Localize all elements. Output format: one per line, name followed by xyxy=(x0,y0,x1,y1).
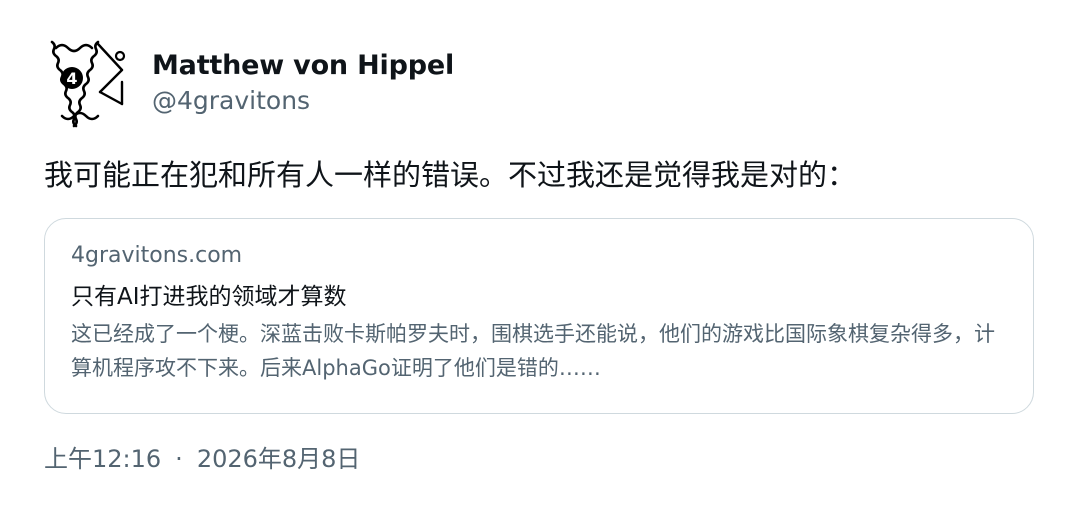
display-name[interactable]: Matthew von Hippel xyxy=(152,49,454,83)
avatar[interactable]: 4 xyxy=(44,38,134,128)
author-names: Matthew von Hippel @4gravitons xyxy=(152,49,454,117)
link-description: 这已经成了一个梗。深蓝击败卡斯帕罗夫时，围棋选手还能说，他们的游戏比国际象棋复杂… xyxy=(71,322,995,380)
link-title: 只有AI打进我的领域才算数 xyxy=(71,284,347,310)
tweet-header: 4 Matthew von Hippel @4gravitons xyxy=(44,38,454,128)
meta-separator: · xyxy=(175,445,183,473)
link-domain: 4gravitons.com xyxy=(71,243,243,268)
user-handle[interactable]: @4gravitons xyxy=(152,85,454,117)
tweet-card: 4 Matthew von Hippel @4gravitons 我可能正在犯和… xyxy=(0,0,1080,511)
tweet-timestamp[interactable]: 上午12:16 · 2026年8月8日 xyxy=(44,442,360,476)
link-preview-card[interactable]: 4gravitons.com 只有AI打进我的领域才算数 这已经成了一个梗。深蓝… xyxy=(44,218,1034,414)
tweet-time: 上午12:16 xyxy=(44,445,162,473)
avatar-label: 4 xyxy=(66,69,77,88)
feynman-diagram-icon: 4 xyxy=(50,40,126,128)
tweet-text: 我可能正在犯和所有人一样的错误。不过我还是觉得我是对的： xyxy=(44,158,857,192)
tweet-date: 2026年8月8日 xyxy=(196,445,361,473)
